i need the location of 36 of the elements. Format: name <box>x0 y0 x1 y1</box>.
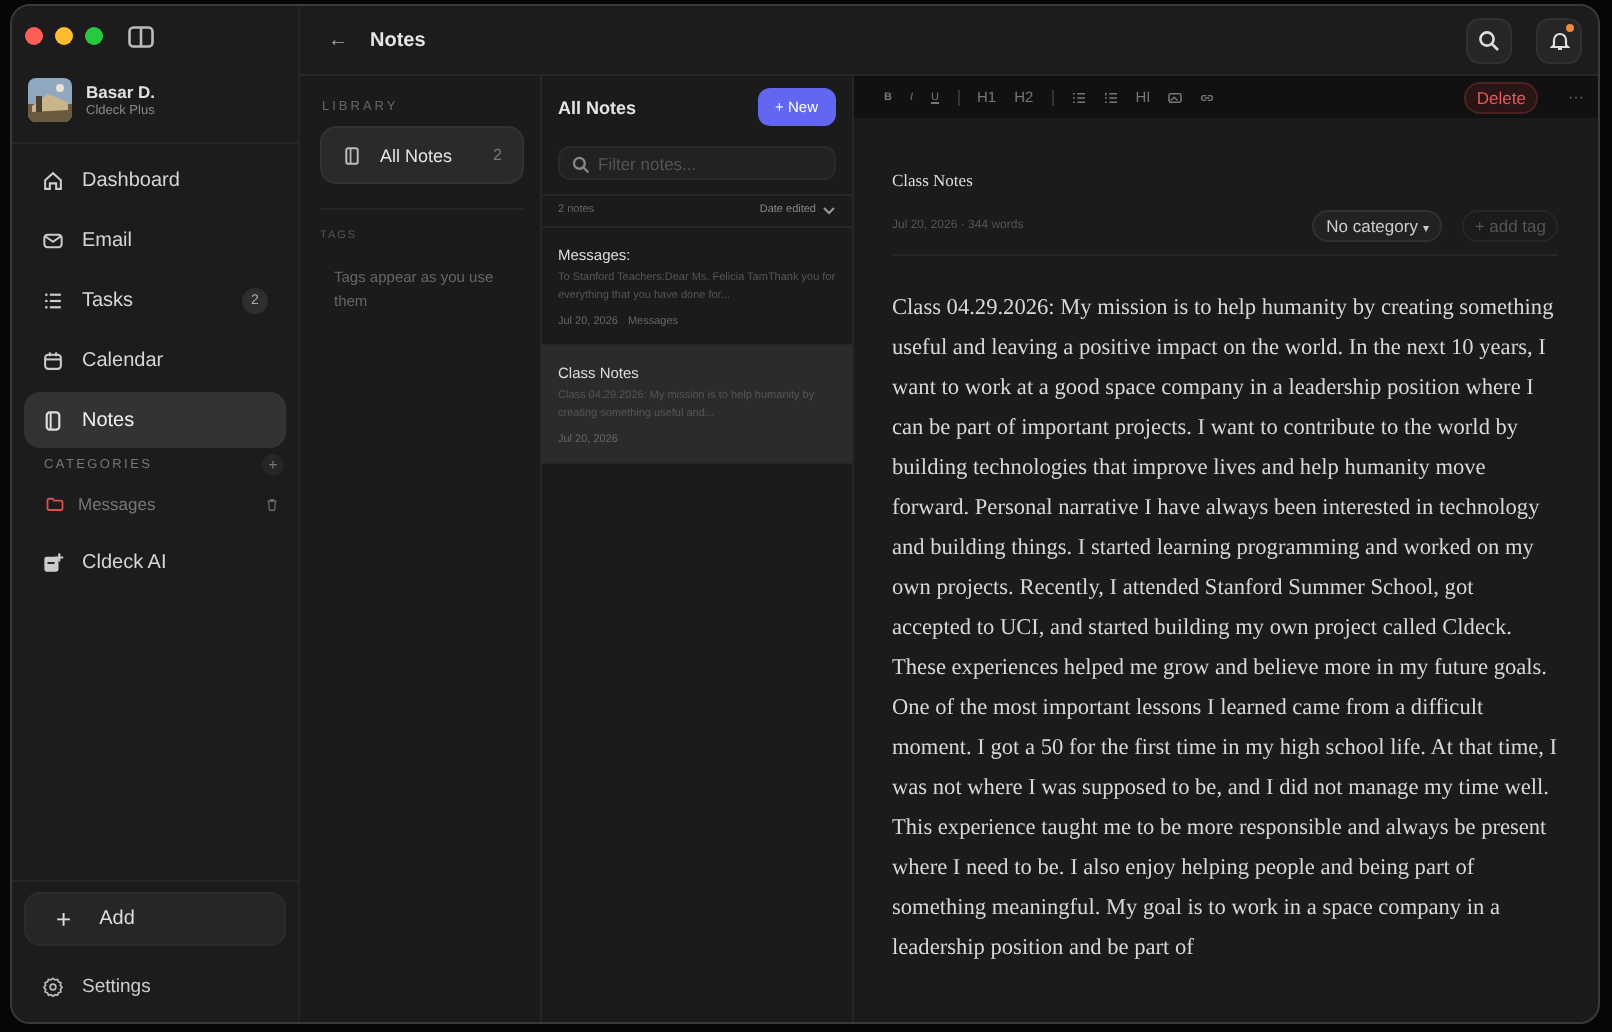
chevron-icon <box>822 205 836 215</box>
note-body: Class 04.29.2026: My mission is to help humanity by creating something useful and leaving a positive impact on the world. In the next 10 years, I want to work at a good space company in a leadership position where I can be part of important projects. I want to contribute to the world by building technologies that improve lives and help humanity move forward. Personal narrative I have always been interested in technology and building things. I started learning programming and worked on my own projects. Recently, I attended Stanford Summer School, got accepted to UCI, and started building my own project called Cldeck. These experiences helped me grow and believe more in my future goals. One of the most important lessons I learned came from a difficult moment. I got a 50 for the first time in my high school life. At that time, I was not where I was supposed to be, and I did not manage my time well. This experience taught me to be more responsible and always be present where I need to be. I also enjoy helping people and being part of something meaningful. My goal is to work in a space company in a leadership position and be part of <box>892 294 1558 964</box>
sidebar-toggle-icon[interactable] <box>128 25 154 47</box>
list-title: All Notes <box>558 97 637 117</box>
user-name: Basar D. <box>86 82 155 102</box>
numbered-list-icon[interactable] <box>1103 91 1118 103</box>
home-icon <box>42 169 64 191</box>
bullet-list-icon[interactable] <box>1071 91 1086 103</box>
nav-item[interactable]: Notes <box>24 392 286 448</box>
category-item[interactable]: Messages <box>78 494 252 514</box>
mail-icon <box>42 229 64 251</box>
nav-item[interactable]: Calendar <box>24 332 286 388</box>
bell-icon <box>1549 29 1569 51</box>
settings-icon <box>42 975 64 997</box>
page-title: Notes <box>370 29 426 51</box>
nav-item[interactable]: Email <box>24 212 286 268</box>
notifications-button[interactable] <box>1536 17 1582 63</box>
search-icon <box>1478 29 1500 51</box>
nav-item[interactable]: Cldeck AI <box>24 534 286 590</box>
calendar-icon <box>42 349 64 371</box>
trash-icon[interactable] <box>266 497 278 511</box>
list-icon <box>42 289 64 311</box>
notebook-icon <box>342 145 362 165</box>
search-icon <box>572 156 590 174</box>
back-button[interactable]: ← <box>328 29 348 51</box>
search-button[interactable] <box>1466 17 1512 63</box>
add-button[interactable]: + Add <box>24 892 286 946</box>
library-item[interactable]: All Notes 2 <box>320 126 524 184</box>
settings-button[interactable]: Settings <box>24 966 286 1006</box>
link-icon[interactable] <box>1200 91 1215 103</box>
note-plus-icon <box>42 551 64 573</box>
image-icon[interactable] <box>1168 91 1183 103</box>
notebook-icon <box>42 409 64 431</box>
delete-button[interactable]: Delete <box>1464 81 1538 113</box>
nav-item[interactable]: Dashboard <box>24 152 286 208</box>
note-title: Class Notes <box>892 170 975 190</box>
